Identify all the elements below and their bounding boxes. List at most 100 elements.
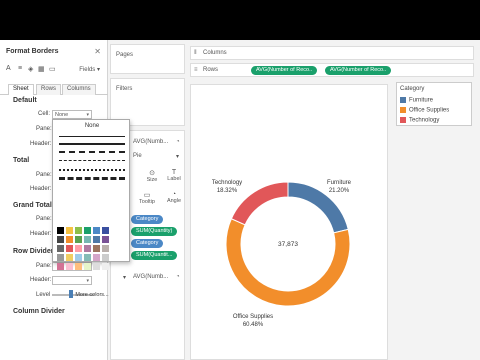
legend-swatch	[400, 107, 406, 113]
marks-pill-quantity-label[interactable]: SUM(Quantit...	[131, 251, 178, 260]
color-swatch[interactable]	[84, 236, 91, 243]
color-swatch[interactable]	[84, 263, 91, 270]
lines-icon[interactable]: ▭	[49, 65, 56, 73]
measure-info-icon[interactable]: ◔	[176, 139, 180, 145]
legend-title: Category	[400, 86, 425, 92]
color-swatch[interactable]	[75, 236, 82, 243]
fields-dropdown[interactable]: Fields ▾	[79, 66, 100, 73]
cell-border-dropdown[interactable]: None ▾	[52, 110, 92, 119]
border-dashed-thin-option[interactable]	[59, 160, 125, 161]
color-swatch[interactable]	[93, 245, 100, 252]
color-swatch[interactable]	[93, 254, 100, 261]
total-pane-label: Pane:	[36, 172, 52, 178]
legend-swatch	[400, 97, 406, 103]
columns-shelf-label: Columns	[203, 50, 227, 56]
chevron-down-icon[interactable]: ▾	[176, 153, 179, 160]
color-swatch[interactable]	[66, 245, 73, 252]
tab-sheet[interactable]: Sheet	[8, 84, 34, 95]
color-swatch[interactable]	[66, 254, 73, 261]
rows-pill-avg-1[interactable]: AVG(Number of Reco..	[251, 66, 318, 75]
tooltip-button[interactable]: ▭ Tooltip	[136, 191, 158, 209]
angle-button[interactable]: ◔ Angle	[163, 191, 185, 209]
tab-columns[interactable]: Columns	[62, 84, 96, 95]
color-swatch[interactable]	[93, 263, 100, 270]
border-medium-solid-option[interactable]	[59, 143, 125, 145]
columns-shelf[interactable]: ⫴ Columns	[190, 46, 474, 60]
rows-pill-avg-2[interactable]: AVG(Number of Reco..	[325, 66, 392, 75]
color-swatch[interactable]	[57, 245, 64, 252]
color-swatch[interactable]	[66, 263, 73, 270]
mark-type-dropdown[interactable]: Pie	[133, 153, 142, 159]
section-total: Total	[13, 157, 30, 164]
border-dotted-option[interactable]	[59, 169, 125, 171]
slice-label-percent: 21.20%	[329, 188, 350, 194]
section-column-divider: Column Divider	[13, 308, 65, 315]
border-style-popup: None More colors...	[52, 119, 131, 298]
rows-shelf-label: Rows	[203, 67, 219, 73]
shading-icon[interactable]: ◈	[28, 65, 33, 73]
align-icon[interactable]: ≡	[18, 65, 22, 72]
border-dashed-option[interactable]	[59, 151, 125, 153]
marks-pill-quantity-angle[interactable]: SUM(Quantity)	[131, 227, 178, 236]
total-header-label: Header:	[30, 186, 52, 192]
more-colors-button[interactable]: More colors...	[53, 292, 131, 298]
border-none-option[interactable]: None	[53, 123, 131, 129]
label-button[interactable]: T Label	[163, 169, 185, 187]
color-swatch[interactable]	[84, 227, 91, 234]
color-swatch[interactable]	[66, 236, 73, 243]
color-swatch[interactable]	[75, 227, 82, 234]
color-swatch[interactable]	[102, 236, 109, 243]
color-swatch[interactable]	[93, 236, 100, 243]
border-thick-dashed-option[interactable]	[59, 177, 125, 180]
format-tabs: Sheet Rows Columns	[0, 84, 108, 95]
marks-measure-label[interactable]: AVG(Numb...	[133, 139, 168, 145]
donut-slice-technology[interactable]	[230, 181, 289, 226]
legend-item-furniture[interactable]: Furniture	[400, 97, 433, 105]
slice-label-percent: 18.32%	[217, 188, 238, 194]
color-swatch[interactable]	[93, 227, 100, 234]
pages-shelf[interactable]: Pages	[110, 44, 185, 74]
size-icon: ⊙	[149, 170, 155, 177]
color-swatch[interactable]	[75, 245, 82, 252]
legend-item-technology[interactable]: Technology	[400, 117, 439, 125]
color-legend: Category Furniture Office Supplies Techn…	[396, 82, 472, 126]
color-swatch[interactable]	[84, 254, 91, 261]
tooltip-icon: ▭	[143, 192, 151, 199]
chevron-down-icon[interactable]: ▾	[123, 274, 126, 281]
color-swatch[interactable]	[57, 227, 64, 234]
color-swatch[interactable]	[57, 236, 64, 243]
color-swatch[interactable]	[66, 227, 73, 234]
color-swatch[interactable]	[102, 245, 109, 252]
color-swatch[interactable]	[75, 263, 82, 270]
color-swatch[interactable]	[75, 254, 82, 261]
legend-item-office-supplies[interactable]: Office Supplies	[400, 107, 449, 115]
border-thin-solid-option[interactable]	[59, 136, 125, 137]
donut-slice-office-supplies[interactable]	[225, 218, 351, 307]
tab-rows[interactable]: Rows	[36, 84, 62, 95]
rows-shelf[interactable]: ≡ Rows AVG(Number of Reco.. AVG(Number o…	[190, 63, 474, 77]
donut-chart: Furniture 21.20% Office Supplies 60.48% Tech…	[212, 180, 352, 328]
chart-view: Furniture 21.20% Office Supplies 60.48% Tech…	[190, 84, 388, 360]
borders-icon[interactable]: ▦	[38, 65, 45, 73]
pane-label: Pane:	[36, 126, 52, 132]
marks-pill-category-color[interactable]: Category	[131, 215, 164, 224]
columns-icon: ⫴	[194, 50, 197, 56]
slice-label-category: Technology	[212, 180, 242, 186]
color-swatch[interactable]	[57, 263, 64, 270]
color-swatch[interactable]	[102, 254, 109, 261]
font-icon[interactable]: A	[6, 65, 11, 72]
close-icon[interactable]: ✕	[94, 47, 101, 56]
color-swatch[interactable]	[57, 254, 64, 261]
color-swatch[interactable]	[102, 227, 109, 234]
color-swatch[interactable]	[102, 263, 109, 270]
marks-pill-category-label[interactable]: Category	[131, 239, 164, 248]
measure-info-icon[interactable]: ◔	[176, 274, 180, 280]
color-swatch[interactable]	[84, 245, 91, 252]
rows-icon: ≡	[194, 67, 198, 73]
section-row-divider: Row Divider	[13, 248, 54, 255]
slice-label-category: Office Supplies	[233, 314, 273, 320]
size-button[interactable]: ⊙ Size	[141, 169, 163, 187]
row-divider-header-dropdown[interactable]: ▾	[52, 276, 92, 285]
marks-measure-label-2[interactable]: AVG(Numb...	[133, 274, 168, 280]
section-default: Default	[13, 97, 37, 104]
